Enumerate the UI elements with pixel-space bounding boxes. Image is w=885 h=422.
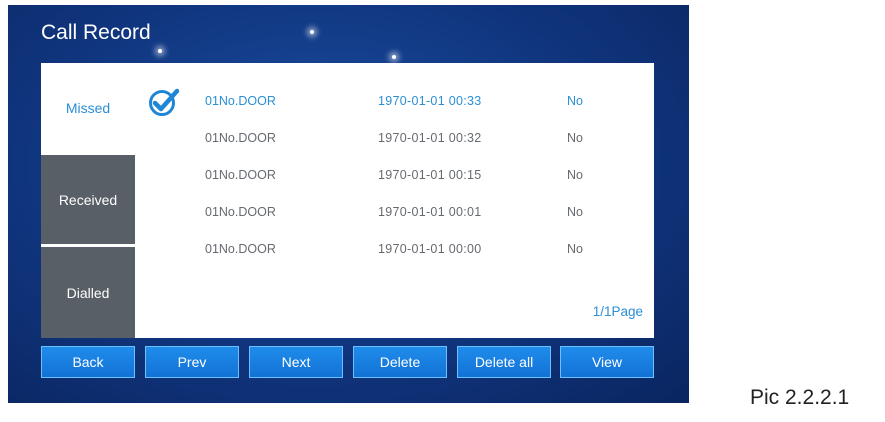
page-title: Call Record — [41, 21, 151, 44]
record-status: No — [567, 131, 583, 145]
record-status: No — [567, 242, 583, 256]
next-button[interactable]: Next — [249, 346, 343, 378]
call-record-screen: Call Record Missed Received Dialled 01No… — [8, 5, 689, 403]
record-status: No — [567, 94, 583, 108]
tab-missed[interactable]: Missed — [41, 63, 135, 153]
record-name: 01No.DOOR — [205, 242, 276, 256]
record-datetime: 1970-01-01 00:01 — [378, 205, 482, 219]
record-name: 01No.DOOR — [205, 168, 276, 182]
table-row[interactable]: 01No.DOOR 1970-01-01 00:01 No — [135, 194, 654, 231]
tab-label: Dialled — [66, 284, 110, 301]
tab-label: Missed — [65, 100, 111, 116]
figure-caption: Pic 2.2.2.1 — [750, 386, 850, 409]
record-datetime: 1970-01-01 00:32 — [378, 131, 482, 145]
view-button[interactable]: View — [560, 346, 654, 378]
call-record-panel: Missed Received Dialled 01No.DOOR 1970-0… — [41, 63, 654, 338]
page-indicator: 1/1Page — [592, 304, 643, 319]
table-row[interactable]: 01No.DOOR 1970-01-01 00:15 No — [135, 157, 654, 194]
record-status: No — [567, 205, 583, 219]
tab-received[interactable]: Received — [41, 155, 135, 244]
delete-all-button[interactable]: Delete all — [457, 346, 551, 378]
record-datetime: 1970-01-01 00:15 — [378, 168, 482, 182]
sparkle-decoration — [392, 55, 396, 59]
record-status: No — [567, 168, 583, 182]
sparkle-decoration — [310, 30, 314, 34]
record-datetime: 1970-01-01 00:33 — [378, 94, 482, 108]
sparkle-decoration — [158, 49, 162, 53]
tab-label: Received — [58, 191, 118, 208]
record-datetime: 1970-01-01 00:00 — [378, 242, 482, 256]
table-row[interactable]: 01No.DOOR 1970-01-01 00:32 No — [135, 120, 654, 157]
delete-button[interactable]: Delete — [353, 346, 447, 378]
tab-dialled[interactable]: Dialled — [41, 247, 135, 338]
check-circle-icon — [149, 88, 180, 116]
table-row[interactable]: 01No.DOOR 1970-01-01 00:00 No — [135, 231, 654, 268]
prev-button[interactable]: Prev — [145, 346, 239, 378]
table-row[interactable]: 01No.DOOR 1970-01-01 00:33 No — [135, 83, 654, 120]
record-name: 01No.DOOR — [205, 205, 276, 219]
record-name: 01No.DOOR — [205, 94, 276, 108]
back-button[interactable]: Back — [41, 346, 135, 378]
record-name: 01No.DOOR — [205, 131, 276, 145]
